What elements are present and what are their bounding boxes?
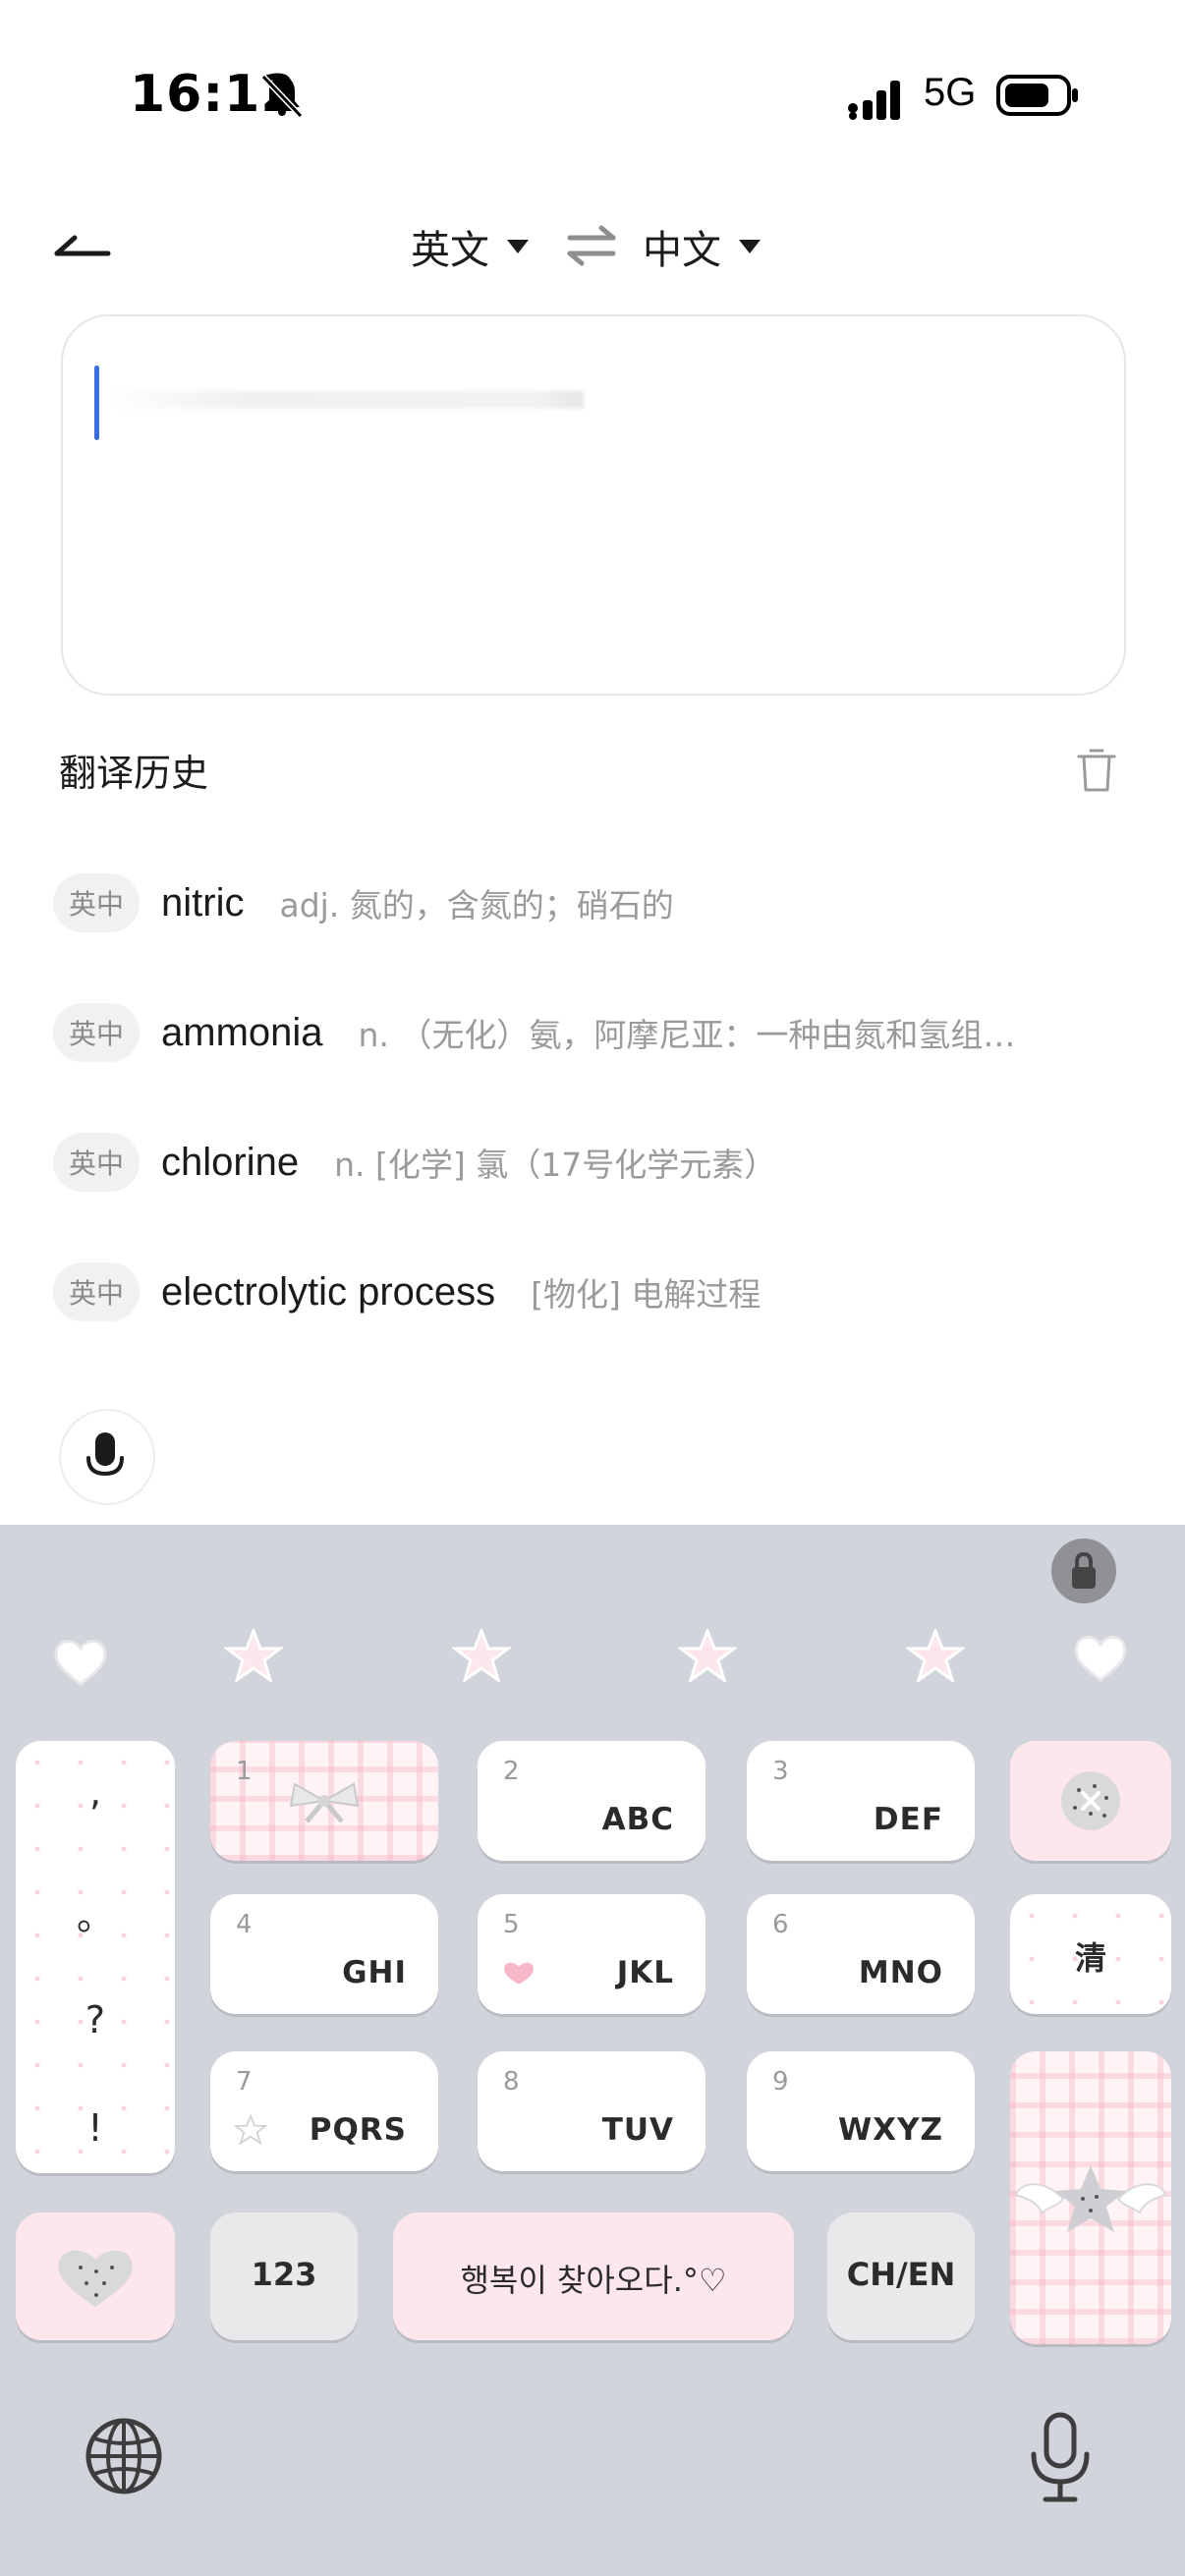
- space-key[interactable]: 행복이 찾아오다.°♡: [393, 2212, 794, 2340]
- keyboard: [0, 1525, 1185, 2576]
- space-label: 행복이 찾아오다.°♡: [460, 2262, 727, 2299]
- enter-key[interactable]: [1010, 2051, 1171, 2344]
- history-word: chlorine: [161, 1140, 300, 1184]
- target-language-dropdown[interactable]: 中文: [643, 218, 761, 275]
- history-item[interactable]: 英中 electrolytic process [物化] 电解过程: [53, 1258, 761, 1326]
- question-key[interactable]: ?: [16, 1998, 175, 2042]
- history-word: electrolytic process: [161, 1269, 496, 1314]
- emoji-key[interactable]: [16, 2212, 175, 2340]
- history-item[interactable]: 英中 nitric adj. 氮的，含氮的；硝石的: [53, 868, 674, 937]
- source-language-dropdown[interactable]: 英文: [411, 218, 529, 275]
- back-arrow-icon[interactable]: [53, 226, 112, 265]
- language-tag: 英中: [53, 1133, 141, 1192]
- translation-input[interactable]: [61, 314, 1126, 696]
- key-1[interactable]: 1: [210, 1741, 438, 1861]
- key-6[interactable]: 6 MNO: [747, 1894, 975, 2014]
- numbers-key[interactable]: 123: [210, 2212, 358, 2340]
- lang-switch-key[interactable]: CH/EN: [827, 2212, 975, 2340]
- heart-icon: [1074, 1636, 1127, 1682]
- key-letters: JKL: [616, 1955, 674, 1990]
- history-definition: [物化] 电解过程: [531, 1275, 762, 1314]
- language-tag: 英中: [53, 1262, 141, 1321]
- key-9[interactable]: 9 WXYZ: [747, 2051, 975, 2171]
- key-letters: DEF: [873, 1802, 943, 1837]
- source-language-label: 英文: [411, 228, 489, 273]
- history-definition: n. [化学] 氯（17号化学元素）: [334, 1146, 777, 1184]
- lang-switch-label: CH/EN: [846, 2256, 956, 2293]
- punctuation-key[interactable]: , 。 ? !: [16, 1741, 175, 2173]
- history-word: nitric: [161, 880, 245, 924]
- key-number: 4: [236, 1910, 253, 1939]
- comma-key[interactable]: ,: [16, 1770, 175, 1814]
- network-label: 5G: [924, 71, 977, 114]
- star-outline-icon: [234, 2114, 267, 2146]
- key-number: 5: [503, 1910, 520, 1939]
- history-word: ammonia: [161, 1010, 323, 1054]
- clear-label: 清: [1074, 1939, 1106, 1977]
- key-number: 2: [503, 1757, 520, 1786]
- key-number: 6: [772, 1910, 789, 1939]
- delete-key[interactable]: [1010, 1741, 1171, 1861]
- key-letters: PQRS: [309, 2112, 407, 2148]
- period-key[interactable]: 。: [16, 1886, 175, 1940]
- small-heart-icon: [504, 1962, 534, 1985]
- language-tag: 英中: [53, 873, 141, 932]
- keyboard-microphone-icon[interactable]: [1026, 2411, 1095, 2505]
- key-number: 9: [772, 2067, 789, 2097]
- swap-languages-icon[interactable]: [566, 224, 617, 267]
- dropdown-caret-icon: [507, 240, 529, 253]
- language-tag: 英中: [53, 1003, 141, 1062]
- history-definition: adj. 氮的，含氮的；硝石的: [279, 886, 674, 924]
- target-language-label: 中文: [643, 228, 721, 273]
- key-letters: TUV: [601, 2112, 674, 2148]
- signal-icon: [848, 81, 900, 120]
- key-number: 3: [772, 1757, 789, 1786]
- microphone-icon: [86, 1432, 124, 1477]
- delete-icon: [1061, 1771, 1120, 1830]
- key-4[interactable]: 4 GHI: [210, 1894, 438, 2014]
- history-item[interactable]: 英中 ammonia n. （无化）氨，阿摩尼亚：一种由氮和氢组…: [53, 998, 1015, 1067]
- globe-icon[interactable]: [83, 2415, 165, 2497]
- trash-icon[interactable]: [1075, 747, 1118, 794]
- key-3[interactable]: 3 DEF: [747, 1741, 975, 1861]
- numbers-label: 123: [251, 2256, 317, 2293]
- bow-icon: [289, 1782, 360, 1823]
- key-number: 7: [236, 2067, 253, 2097]
- input-placeholder-ghost: [104, 391, 584, 409]
- history-definition: n. （无化）氨，阿摩尼亚：一种由氮和氢组…: [358, 1016, 1016, 1054]
- heart-icon: [54, 1640, 107, 1686]
- key-number: 1: [236, 1757, 253, 1786]
- bell-muted-icon: [260, 74, 304, 119]
- lock-button[interactable]: [1051, 1539, 1116, 1603]
- history-item[interactable]: 英中 chlorine n. [化学] 氯（17号化学元素）: [53, 1128, 776, 1197]
- star-icon: [678, 1629, 737, 1682]
- lock-icon: [1072, 1551, 1096, 1589]
- key-2[interactable]: 2 ABC: [478, 1741, 705, 1861]
- winged-star-icon: [1014, 2165, 1167, 2232]
- key-5[interactable]: 5 JKL: [478, 1894, 705, 2014]
- heart-dotted-icon: [58, 2250, 133, 2307]
- key-letters: ABC: [601, 1802, 674, 1837]
- key-number: 8: [503, 2067, 520, 2097]
- key-7[interactable]: 7 PQRS: [210, 2051, 438, 2171]
- battery-icon: [996, 75, 1078, 116]
- key-letters: MNO: [858, 1955, 943, 1990]
- star-icon: [224, 1629, 283, 1682]
- history-title: 翻译历史: [59, 752, 209, 795]
- exclaim-key[interactable]: !: [16, 2106, 175, 2150]
- clear-key[interactable]: 清: [1010, 1894, 1171, 2014]
- star-icon: [906, 1629, 965, 1682]
- key-letters: WXYZ: [837, 2112, 943, 2148]
- key-8[interactable]: 8 TUV: [478, 2051, 705, 2171]
- key-letters: GHI: [342, 1955, 407, 1990]
- voice-input-button[interactable]: [59, 1409, 155, 1505]
- text-cursor: [94, 365, 99, 440]
- dropdown-caret-icon: [739, 240, 761, 253]
- star-icon: [452, 1629, 511, 1682]
